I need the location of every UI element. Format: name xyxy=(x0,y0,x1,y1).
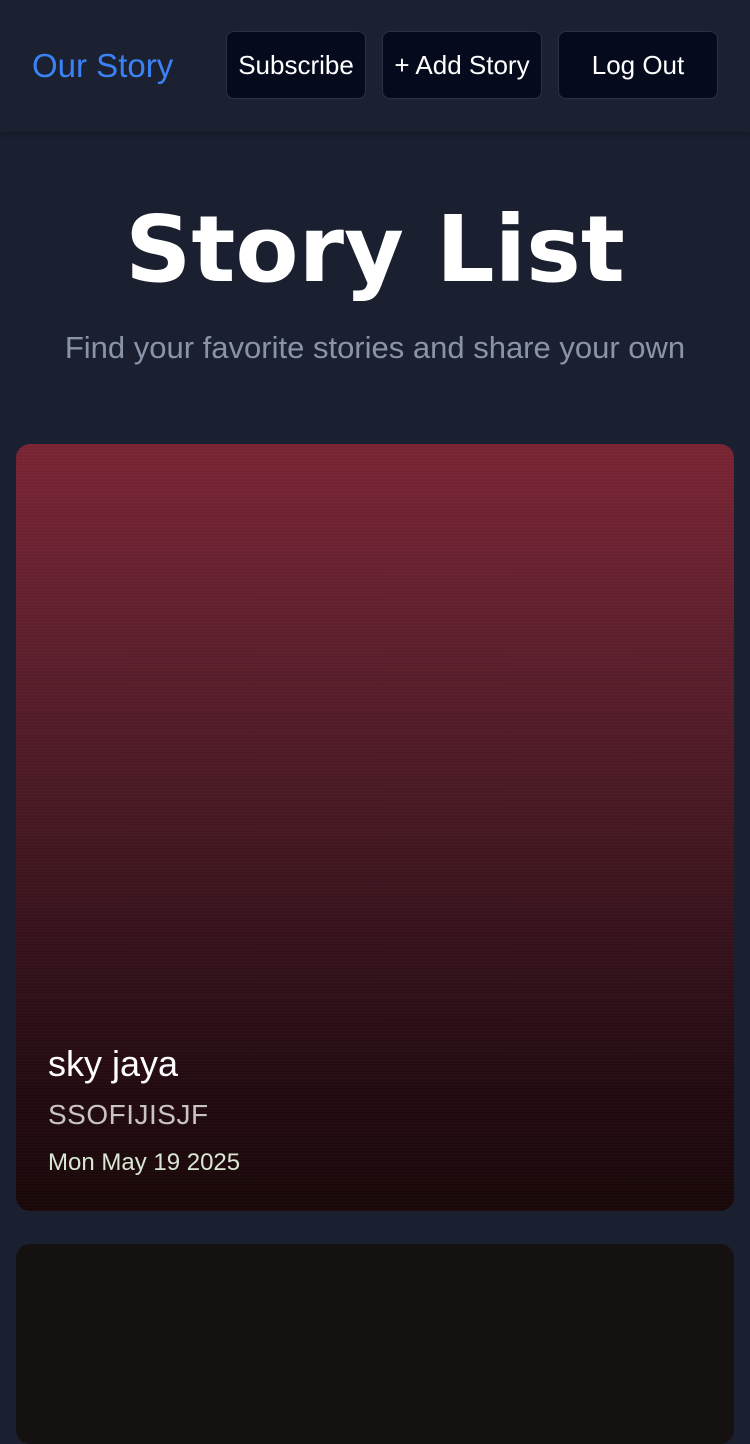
story-card[interactable]: sky jaya SSOFIJISJF Mon May 19 2025 xyxy=(16,444,734,1211)
story-card[interactable] xyxy=(16,1244,734,1444)
page-subtitle: Find your favorite stories and share you… xyxy=(64,330,686,365)
top-navbar: Our Story Subscribe + Add Story Log Out xyxy=(0,0,750,132)
add-story-button[interactable]: + Add Story xyxy=(382,31,542,99)
story-cover-image xyxy=(16,444,734,1211)
logout-button[interactable]: Log Out xyxy=(558,31,718,99)
story-title: SSOFIJISJF xyxy=(48,1099,209,1130)
brand-logo-link[interactable]: Our Story xyxy=(32,46,173,86)
story-author-name: sky jaya xyxy=(48,1043,179,1084)
subscribe-button[interactable]: Subscribe xyxy=(226,31,366,99)
page-title: Story List xyxy=(125,196,625,303)
story-date: Mon May 19 2025 xyxy=(48,1149,241,1176)
